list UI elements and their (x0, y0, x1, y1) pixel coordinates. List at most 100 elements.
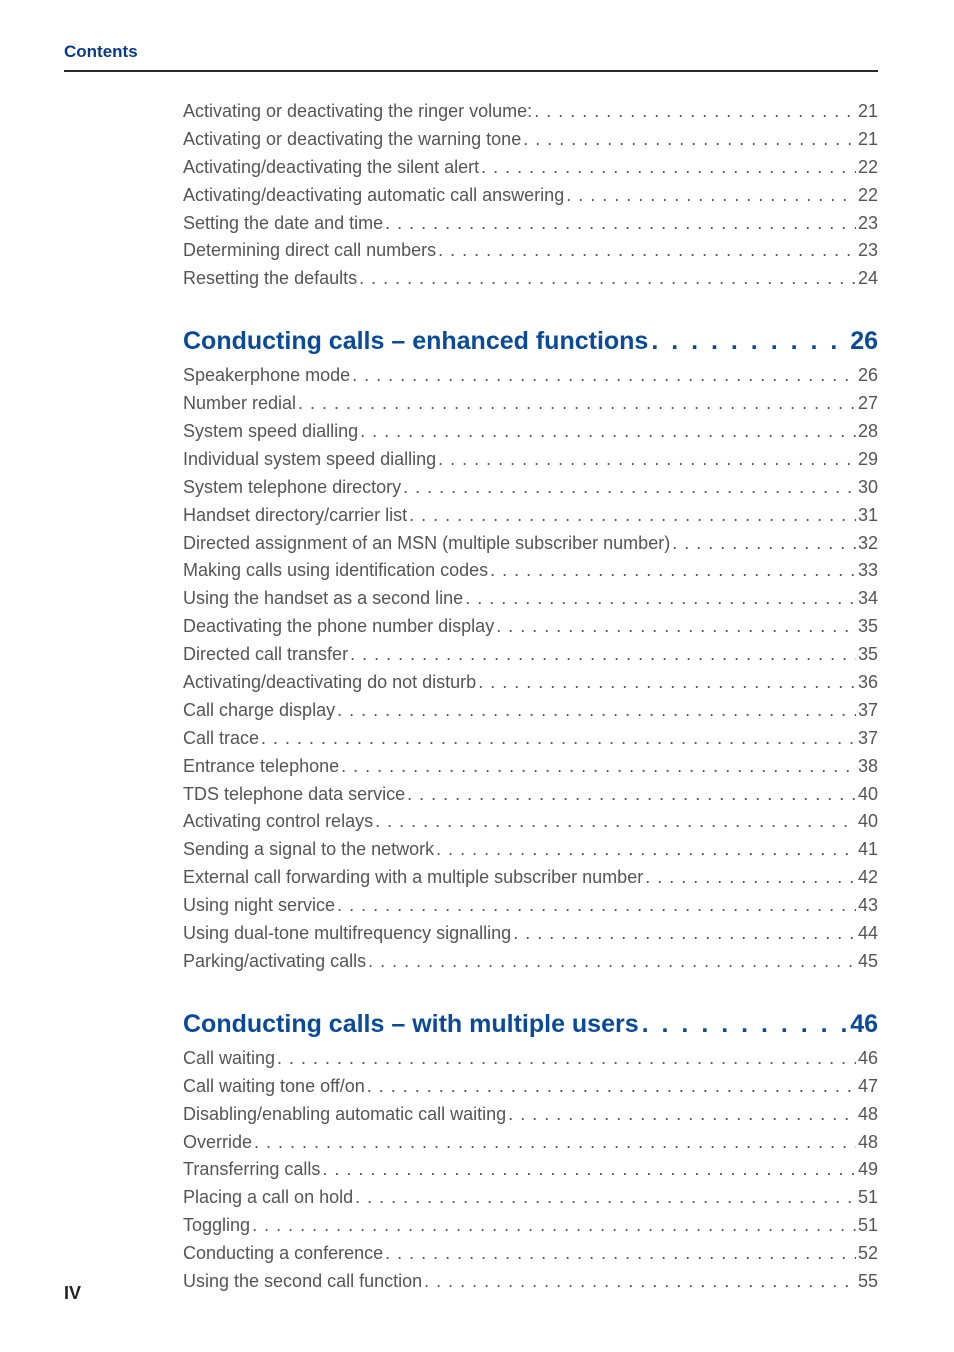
toc-entry[interactable]: Directed assignment of an MSN (multiple … (183, 530, 878, 558)
toc-entry[interactable]: Disabling/enabling automatic call waitin… (183, 1101, 878, 1129)
toc-entry-page: 23 (858, 237, 878, 265)
toc-entry-page: 33 (858, 557, 878, 585)
toc-entry[interactable]: Entrance telephone38 (183, 753, 878, 781)
toc-entry[interactable]: Call trace 37 (183, 725, 878, 753)
toc-section-title: Conducting calls – enhanced functions (183, 327, 648, 356)
toc-entry-title: Determining direct call numbers (183, 237, 436, 265)
toc-entry[interactable]: Activating/deactivating automatic call a… (183, 182, 878, 210)
dot-leader (352, 362, 856, 390)
toc-entry[interactable]: Call charge display37 (183, 697, 878, 725)
toc-entry[interactable]: Using the handset as a second line34 (183, 585, 878, 613)
dot-leader (424, 1268, 856, 1296)
toc-entry[interactable]: Making calls using identification codes3… (183, 557, 878, 585)
toc-entry-title: Override (183, 1129, 252, 1157)
dot-leader (407, 781, 856, 809)
dot-leader (513, 920, 856, 948)
toc-entry-title: Activating/deactivating do not disturb (183, 669, 476, 697)
toc-entry-page: 40 (858, 808, 878, 836)
toc-section-heading[interactable]: Conducting calls – with multiple users46 (183, 1010, 878, 1039)
dot-leader (403, 474, 856, 502)
toc-entry-title: System telephone directory (183, 474, 401, 502)
toc-content: Activating or deactivating the ringer vo… (0, 72, 954, 1296)
toc-entry-title: Number redial (183, 390, 296, 418)
toc-entry-page: 31 (858, 502, 878, 530)
toc-entry[interactable]: Individual system speed dialling 29 (183, 446, 878, 474)
page-header: Contents (0, 42, 954, 72)
toc-entry[interactable]: Call waiting tone off/on 47 (183, 1073, 878, 1101)
dot-leader (409, 502, 856, 530)
toc-entry-title: Speakerphone mode (183, 362, 350, 390)
toc-entry[interactable]: Speakerphone mode 26 (183, 362, 878, 390)
toc-entry[interactable]: Activating/deactivating do not disturb36 (183, 669, 878, 697)
dot-leader (523, 126, 856, 154)
toc-entry[interactable]: Activating/deactivating the silent alert… (183, 154, 878, 182)
dot-leader (359, 265, 856, 293)
toc-entry-title: Call trace (183, 725, 259, 753)
toc-entry-title: Using night service (183, 892, 335, 920)
toc-entry-page: 26 (858, 362, 878, 390)
toc-entry-page: 49 (858, 1156, 878, 1184)
toc-entry-title: Individual system speed dialling (183, 446, 436, 474)
toc-entry-page: 22 (858, 154, 878, 182)
toc-entry[interactable]: Conducting a conference52 (183, 1240, 878, 1268)
toc-entry[interactable]: Using dual-tone multifrequency signallin… (183, 920, 878, 948)
toc-entry-page: 41 (858, 836, 878, 864)
toc-section-heading[interactable]: Conducting calls – enhanced functions 26 (183, 327, 878, 356)
toc-entry[interactable]: Number redial 27 (183, 390, 878, 418)
toc-entry-page: 47 (858, 1073, 878, 1101)
toc-entry-page: 27 (858, 390, 878, 418)
toc-entry[interactable]: System telephone directory 30 (183, 474, 878, 502)
toc-entry[interactable]: TDS telephone data service40 (183, 781, 878, 809)
toc-entry[interactable]: External call forwarding with a multiple… (183, 864, 878, 892)
toc-entry[interactable]: Handset directory/carrier list 31 (183, 502, 878, 530)
toc-entry[interactable]: Setting the date and time23 (183, 210, 878, 238)
toc-entry[interactable]: Using night service 43 (183, 892, 878, 920)
dot-leader (367, 1073, 856, 1101)
toc-entry[interactable]: Override48 (183, 1129, 878, 1157)
dot-leader (375, 808, 856, 836)
toc-entry[interactable]: Activating control relays 40 (183, 808, 878, 836)
dot-leader (534, 98, 856, 126)
toc-entry[interactable]: Toggling51 (183, 1212, 878, 1240)
toc-entry[interactable]: Activating or deactivating the ringer vo… (183, 98, 878, 126)
toc-entry-page: 35 (858, 613, 878, 641)
toc-entry[interactable]: Using the second call function 55 (183, 1268, 878, 1296)
toc-block: Activating or deactivating the ringer vo… (183, 98, 878, 293)
toc-entry[interactable]: Determining direct call numbers 23 (183, 237, 878, 265)
toc-entry[interactable]: System speed dialling28 (183, 418, 878, 446)
toc-entry[interactable]: Deactivating the phone number display 35 (183, 613, 878, 641)
dot-leader (254, 1129, 856, 1157)
toc-entry-page: 40 (858, 781, 878, 809)
toc-entry-title: Transferring calls (183, 1156, 320, 1184)
toc-entry[interactable]: Transferring calls 49 (183, 1156, 878, 1184)
toc-entry-page: 30 (858, 474, 878, 502)
toc-entry-title: Call charge display (183, 697, 335, 725)
dot-leader (277, 1045, 856, 1073)
toc-entry-page: 51 (858, 1184, 878, 1212)
toc-entry-title: Using dual-tone multifrequency signallin… (183, 920, 511, 948)
toc-entry[interactable]: Directed call transfer 35 (183, 641, 878, 669)
toc-entry-page: 52 (858, 1240, 878, 1268)
toc-entry[interactable]: Placing a call on hold51 (183, 1184, 878, 1212)
toc-entry[interactable]: Parking/activating calls45 (183, 948, 878, 976)
toc-entry-page: 28 (858, 418, 878, 446)
toc-entry[interactable]: Call waiting 46 (183, 1045, 878, 1073)
toc-entry-title: Entrance telephone (183, 753, 339, 781)
page-number: IV (64, 1283, 81, 1304)
toc-entry-title: Setting the date and time (183, 210, 383, 238)
toc-entry-page: 48 (858, 1101, 878, 1129)
toc-entry[interactable]: Activating or deactivating the warning t… (183, 126, 878, 154)
toc-entry-page: 46 (858, 1045, 878, 1073)
toc-entry-page: 21 (858, 126, 878, 154)
toc-entry-title: Directed assignment of an MSN (multiple … (183, 530, 670, 558)
header-label: Contents (64, 42, 878, 62)
dot-leader (360, 418, 856, 446)
toc-entry-page: 24 (858, 265, 878, 293)
dot-leader (490, 557, 856, 585)
toc-section-title: Conducting calls – with multiple users (183, 1010, 639, 1039)
toc-entry[interactable]: Resetting the defaults24 (183, 265, 878, 293)
toc-entry-title: Handset directory/carrier list (183, 502, 407, 530)
dot-leader (642, 1010, 848, 1039)
toc-entry[interactable]: Sending a signal to the network 41 (183, 836, 878, 864)
dot-leader (261, 725, 856, 753)
